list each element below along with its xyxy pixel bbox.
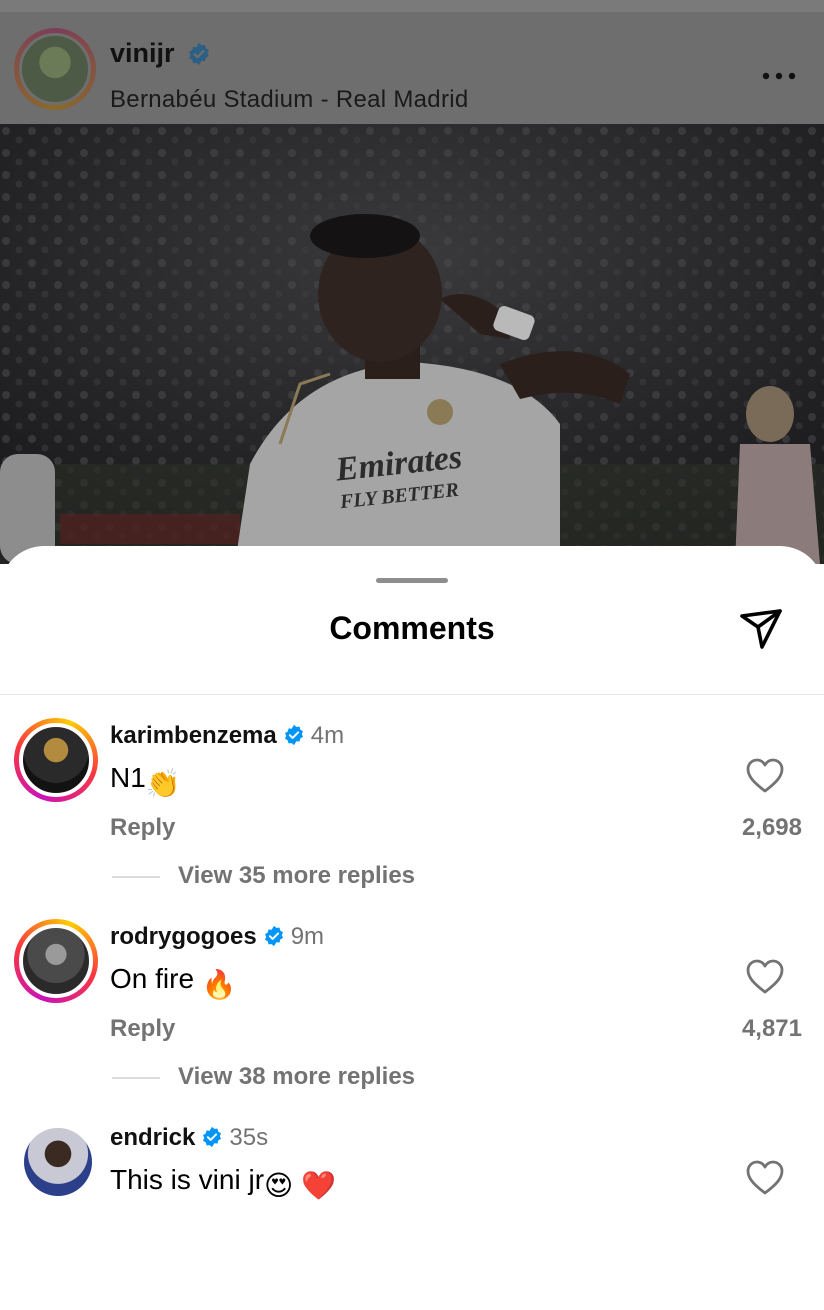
comment-header: rodrygogoes 9m xyxy=(110,923,324,951)
fire-emoji: 🔥 xyxy=(201,969,237,1000)
verified-badge-icon xyxy=(284,724,303,746)
comment-header: karimbenzema 4m xyxy=(110,722,344,750)
comment-time: 9m xyxy=(290,923,325,950)
like-count: 2,698 xyxy=(741,814,802,841)
comment-item: endrick 35s This is vini jr😍 ❤️ xyxy=(0,1120,824,1310)
comment-username[interactable]: karimbenzema xyxy=(110,722,277,749)
replies-divider xyxy=(112,876,160,878)
comment-username[interactable]: endrick xyxy=(110,1124,195,1151)
verified-badge-icon xyxy=(189,43,209,65)
heart-icon[interactable] xyxy=(746,959,784,995)
sheet-drag-handle[interactable] xyxy=(376,578,448,583)
comment-username[interactable]: rodrygogoes xyxy=(110,923,257,950)
comment-time: 4m xyxy=(310,722,345,749)
comment-item: rodrygogoes 9m On fire 🔥 Reply 4,871 View… xyxy=(0,919,824,1109)
post-photo[interactable]: Emirates FLY BETTER xyxy=(0,124,824,564)
heart-icon[interactable] xyxy=(746,1160,784,1196)
replies-divider xyxy=(112,1077,160,1079)
comment-time: 35s xyxy=(229,1124,269,1151)
post-photo-illustration: Emirates FLY BETTER xyxy=(0,124,824,564)
comments-sheet: Comments karimbenzema 4m N1👏 Reply 2,698 … xyxy=(0,546,824,1201)
sheet-divider xyxy=(0,694,824,695)
comment-header: endrick 35s xyxy=(110,1124,268,1152)
post-header: vinijr Bernabéu Stadium - Real Madrid xyxy=(0,0,824,124)
comment-text: N1👏 xyxy=(110,762,181,800)
avatar-image xyxy=(19,723,93,797)
commenter-avatar[interactable] xyxy=(24,1128,92,1196)
avatar-image xyxy=(19,33,91,105)
verified-badge-icon xyxy=(203,1126,222,1148)
comment-text: This is vini jr😍 ❤️ xyxy=(110,1164,336,1202)
comment-body: This is vini jr xyxy=(110,1164,265,1195)
verified-badge-icon xyxy=(264,925,283,947)
sheet-title: Comments xyxy=(329,610,495,646)
like-count: 4,871 xyxy=(741,1015,802,1042)
clapping-hands-emoji: 👏 xyxy=(145,768,181,799)
avatar-image xyxy=(19,924,93,998)
avatar-image xyxy=(24,1128,92,1196)
comment-body: N1 xyxy=(110,762,146,793)
view-replies-button[interactable]: View 38 more replies xyxy=(178,1063,415,1091)
reply-button[interactable]: Reply xyxy=(110,814,175,842)
reply-button[interactable]: Reply xyxy=(110,1015,175,1043)
commenter-avatar[interactable] xyxy=(14,919,98,1003)
comment-item: karimbenzema 4m N1👏 Reply 2,698 View 35 m… xyxy=(0,718,824,908)
commenter-avatar[interactable] xyxy=(14,718,98,802)
comment-text: On fire 🔥 xyxy=(110,963,237,1001)
view-replies-button[interactable]: View 35 more replies xyxy=(178,862,415,890)
post-author-avatar[interactable] xyxy=(14,28,96,110)
post-username[interactable]: vinijr xyxy=(110,38,175,69)
comment-body: On fire xyxy=(110,963,202,994)
paper-plane-icon[interactable] xyxy=(736,604,786,654)
heart-eyes-emoji: 😍 ❤️ xyxy=(264,1170,336,1201)
heart-icon[interactable] xyxy=(746,758,784,794)
post-location[interactable]: Bernabéu Stadium - Real Madrid xyxy=(110,86,469,114)
ellipsis-icon[interactable] xyxy=(760,66,800,86)
